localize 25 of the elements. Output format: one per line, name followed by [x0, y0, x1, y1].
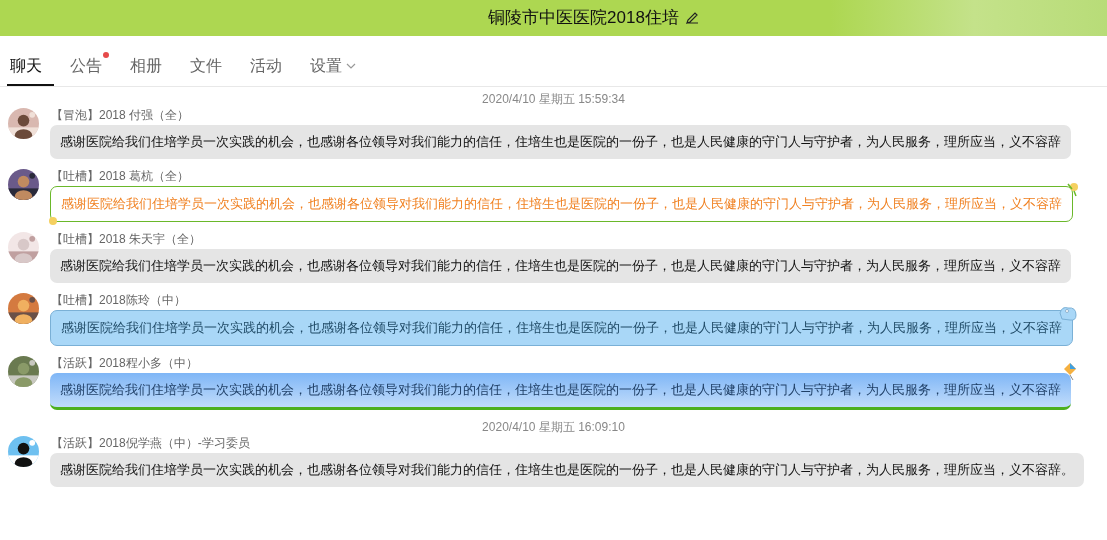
tab[interactable]: 相册: [127, 54, 174, 86]
notification-dot: [103, 52, 109, 58]
timestamp: 2020/4/10 星期五 15:59:34: [482, 92, 625, 106]
tab[interactable]: 公告: [67, 54, 114, 86]
sender-name: 【吐槽】2018陈玲（中）: [51, 292, 186, 308]
kite-icon: [1063, 363, 1077, 381]
flower-icon: [1066, 181, 1080, 197]
flower-icon: [47, 215, 59, 227]
sender-name: 【吐槽】2018 葛杭（全）: [51, 168, 190, 184]
sender-name: 【冒泡】2018 付强（全）: [51, 107, 190, 123]
tab[interactable]: 聊天: [7, 54, 54, 86]
edit-icon[interactable]: [684, 11, 699, 25]
message-bubble: 感谢医院给我们住培学员一次实践的机会，也感谢各位领导对我们能力的信任，住培生也是医院的一份子，也是人民健康的守门人与守护者，为人民服务，理所应当，义不容辞: [50, 249, 1071, 283]
timestamp: 2020/4/10 星期五 16:09:10: [482, 420, 625, 434]
tab[interactable]: 文件: [187, 54, 234, 86]
message-bubble: 感谢医院给我们住培学员一次实践的机会，也感谢各位领导对我们能力的信任，住培生也是医院的一份子，也是人民健康的守门人与守护者，为人民服务，理所应当，义不容辞。: [50, 453, 1084, 487]
sender-name: 【活跃】2018倪学燕（中）-学习委员: [51, 435, 250, 451]
tab[interactable]: 活动: [247, 54, 294, 86]
message-bubble: 感谢医院给我们住培学员一次实践的机会，也感谢各位领导对我们能力的信任，住培生也是医院的一份子，也是人民健康的守门人与守护者，为人民服务，理所应当，义不容辞: [50, 125, 1071, 159]
caret-icon: [346, 63, 356, 69]
group-title: 铜陵市中医医院2018住培: [487, 7, 679, 30]
sender-name: 【活跃】2018程小多（中）: [51, 355, 198, 371]
sender-name: 【吐槽】2018 朱天宇（全）: [51, 231, 202, 247]
tab[interactable]: 设置: [307, 54, 368, 86]
cloud-icon: [1058, 305, 1078, 323]
